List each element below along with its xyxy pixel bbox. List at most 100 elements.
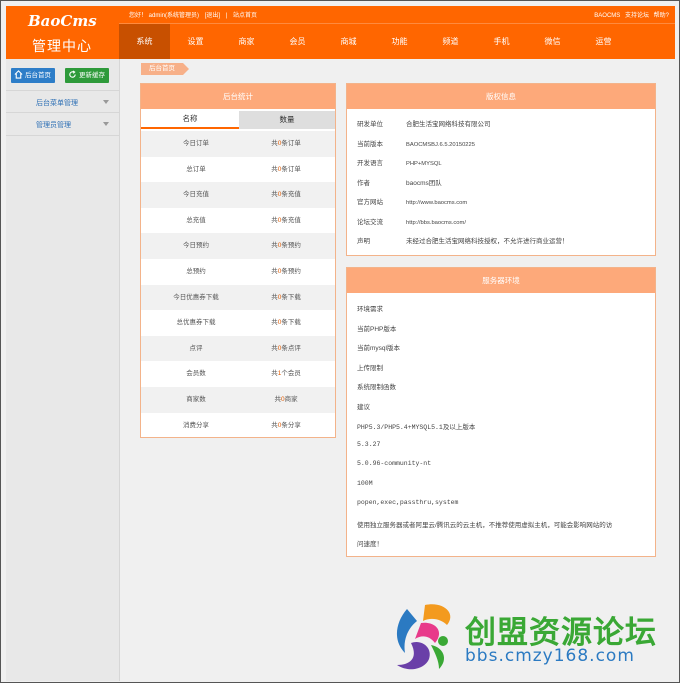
- help-link[interactable]: 帮助?: [654, 13, 669, 19]
- stats-row-name: 总充值: [186, 216, 206, 224]
- top-header: BaoCms 管理中心 您好！ admin(系统管理员) [退出] | 站点首页…: [6, 6, 675, 59]
- update-cache-label: 更新缓存: [79, 72, 105, 79]
- stats-row-name: 消费分享: [183, 421, 209, 429]
- nav-system[interactable]: 系统: [119, 24, 170, 59]
- logout-link[interactable]: [退出]: [205, 13, 220, 19]
- info-value: PHP+MYSQL: [406, 161, 442, 167]
- count-suffix: 条充值: [281, 216, 301, 224]
- stats-row-name: 今日充值: [183, 191, 209, 199]
- update-cache-button[interactable]: 更新缓存: [65, 68, 109, 83]
- copyright-row: 当前版本 BAOCMSBJ.6.5.20150225: [357, 139, 475, 151]
- admin-home-label: 后台首页: [25, 72, 51, 79]
- copyright-title: 版权信息: [347, 84, 655, 109]
- stats-row: 今日预约 共0条预约: [141, 233, 335, 259]
- server-panel: 服务器环境 环境需求 当前PHP版本 当前mysql版本 上传限制 系统限制函数 建议 PH…: [346, 267, 656, 557]
- nav-settings[interactable]: 设置: [170, 24, 221, 59]
- count-suffix: 商家: [284, 396, 298, 403]
- server-line: 100M: [357, 479, 373, 487]
- col-count-tab[interactable]: 数量: [239, 111, 335, 129]
- admin-home-button[interactable]: 后台首页: [11, 68, 55, 83]
- info-value: 合肥生活宝网络科技有限公司: [406, 121, 491, 128]
- chevron-down-icon: [103, 122, 109, 126]
- stats-row: 总优惠券下载 共0条下载: [141, 310, 335, 336]
- copyright-row: 研发单位 合肥生活宝网络科技有限公司: [357, 119, 491, 131]
- nav-operations[interactable]: 运营: [578, 24, 629, 59]
- col-name-tab[interactable]: 名称: [141, 111, 239, 129]
- server-line: popen,exec,passthru,system: [357, 499, 459, 506]
- stats-row-name: 商家数: [186, 396, 206, 403]
- stats-row: 今日充值 共0条充值: [141, 182, 335, 208]
- stats-row-count: 共0商家: [237, 387, 335, 413]
- stats-row: 总充值 共0条充值: [141, 208, 335, 234]
- server-line: 当前PHP版本: [357, 325, 397, 333]
- stats-row-count: 共0条点评: [237, 336, 335, 362]
- stats-row: 总预约 共0条预约: [141, 259, 335, 285]
- stats-row-name: 总预约: [186, 268, 206, 275]
- stats-row-name: 今日预约: [183, 242, 209, 250]
- server-title: 服务器环境: [347, 268, 655, 293]
- info-key: 当前版本: [357, 140, 383, 148]
- nav-functions[interactable]: 功能: [374, 24, 425, 59]
- sidebar-item-backend-menu[interactable]: 后台菜单管理: [6, 90, 119, 113]
- server-line: PHP5.3/PHP5.4+MYSQL5.1及以上版本: [357, 424, 476, 431]
- info-value: 未经过合肥生活宝网络科技授权，不允许进行商业运营！: [406, 238, 569, 245]
- stats-row: 会员数 共1个会员: [141, 361, 335, 387]
- server-line: 当前mysql版本: [357, 345, 400, 352]
- logo[interactable]: BaoCms: [28, 12, 97, 30]
- sidebar: 后台首页 更新缓存 后台菜单管理 管理员管理: [6, 59, 120, 681]
- nav-mall[interactable]: 商城: [323, 24, 374, 59]
- stats-row: 点评 共0条点评: [141, 335, 335, 362]
- count-suffix: 条分享: [281, 421, 301, 429]
- stats-row-count: 共0条充值: [237, 182, 335, 208]
- info-value: baocms团队: [406, 179, 442, 187]
- watermark-logo-icon: [396, 604, 451, 670]
- info-link[interactable]: http://www.baocms.com: [406, 200, 467, 206]
- baocms-link[interactable]: BAOCMS: [594, 13, 620, 19]
- copyright-row: 声明 未经过合肥生活宝网络科技授权，不允许进行商业运营！: [357, 236, 569, 248]
- count-suffix: 条下载: [281, 319, 301, 327]
- stats-row-name: 今日订单: [183, 140, 209, 147]
- sidebar-item-admin-manage[interactable]: 管理员管理: [6, 112, 119, 136]
- refresh-icon: [69, 70, 76, 78]
- server-line: 使用独立服务器或者阿里云/腾讯云的云主机，不推荐使用虚拟主机，可能会影响网站的访: [357, 522, 613, 529]
- stats-row-name: 总订单: [186, 165, 206, 173]
- page-frame: BaoCms 管理中心 您好！ admin(系统管理员) [退出] | 站点首页…: [0, 0, 680, 683]
- chevron-down-icon: [103, 100, 109, 104]
- stats-row-count: 共0条预约: [237, 233, 335, 259]
- count-suffix: 条订单: [281, 140, 301, 147]
- count-suffix: 条订单: [281, 165, 301, 173]
- stats-row-name: 今日优惠券下载: [173, 293, 219, 301]
- forum-link[interactable]: 支持论坛: [625, 13, 649, 19]
- count-suffix: 条预约: [281, 242, 301, 250]
- stats-panel: 后台统计 名称 数量 今日订单 共0条订单 总订单 共0条订单 今日充值 共0条充值 总充值…: [140, 83, 336, 438]
- nav-merchants[interactable]: 商家: [221, 24, 272, 59]
- nav-members[interactable]: 会员: [272, 24, 323, 59]
- site-home-link[interactable]: 站点首页: [233, 13, 257, 19]
- info-key: 论坛交流: [357, 218, 383, 226]
- stats-row-count: 共0条订单: [237, 131, 335, 157]
- server-line: 建议: [357, 403, 370, 411]
- nav-channels[interactable]: 频道: [425, 24, 476, 59]
- home-icon: [14, 70, 23, 79]
- info-key: 官方网站: [357, 199, 383, 206]
- stats-row-name: 会员数: [186, 370, 206, 378]
- logo-area: BaoCms 管理中心: [6, 6, 119, 59]
- brand-title: 管理中心: [32, 38, 92, 54]
- stats-row-count: 共0条订单: [237, 157, 335, 183]
- user-info: 您好！ admin(系统管理员) [退出] | 站点首页: [129, 10, 261, 19]
- copyright-panel: 版权信息 研发单位 合肥生活宝网络科技有限公司 当前版本 BAOCMSBJ.6.5.2…: [346, 83, 656, 256]
- count-suffix: 条下载: [281, 293, 301, 301]
- nav-mobile[interactable]: 手机: [476, 24, 527, 59]
- count-suffix: 个会员: [281, 370, 301, 378]
- stats-row-name: 点评: [189, 344, 203, 352]
- server-line: 5.0.96-community-nt: [357, 460, 432, 467]
- sidebar-item-label: 后台菜单管理: [36, 100, 78, 107]
- stats-row-name: 总优惠券下载: [176, 319, 216, 327]
- breadcrumb[interactable]: 后台首页: [141, 63, 183, 75]
- nav-wechat[interactable]: 微信: [527, 24, 578, 59]
- stats-header: 名称 数量: [141, 111, 335, 129]
- main-nav: 系统 设置 商家 会员 商城 功能 频道 手机 微信 运营: [119, 24, 629, 59]
- info-link[interactable]: http://bbs.baocms.com/: [406, 220, 466, 226]
- stats-row: 消费分享 共0条分享: [141, 413, 335, 439]
- copyright-row: 开发语言 PHP+MYSQL: [357, 158, 442, 170]
